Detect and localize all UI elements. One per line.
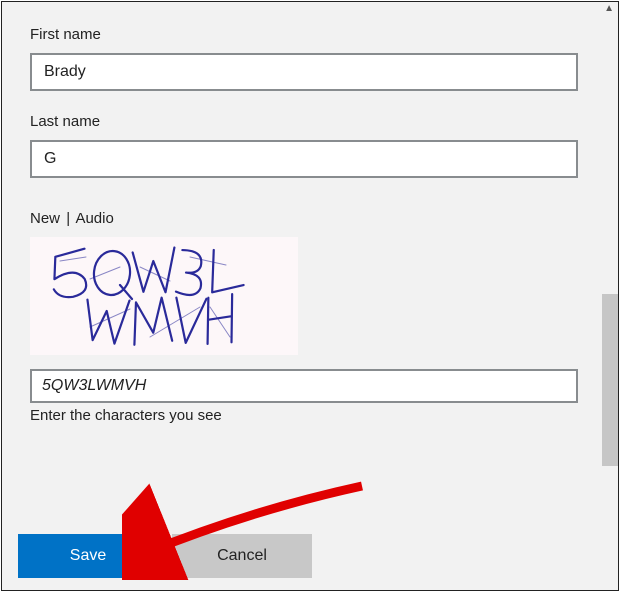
first-name-input[interactable] [30,53,578,91]
captcha-separator: | [66,210,70,227]
captcha-new-link[interactable]: New [30,210,60,227]
cancel-button[interactable]: Cancel [172,534,312,578]
captcha-help-text: Enter the characters you see [30,407,590,424]
last-name-label: Last name [30,113,590,130]
captcha-links: New | Audio [30,210,590,227]
captcha-audio-link[interactable]: Audio [75,210,113,227]
captcha-section: New | Audio [30,210,590,424]
button-row: Save Cancel [18,534,312,578]
first-name-group: First name [30,26,590,91]
last-name-group: Last name [30,113,590,178]
last-name-input[interactable] [30,140,578,178]
save-button[interactable]: Save [18,534,158,578]
form-content: First name Last name New | Audio [2,2,618,424]
scrollbar-thumb[interactable] [602,294,618,466]
captcha-input[interactable] [30,369,578,403]
form-window: ▲ First name Last name New | Audio [1,1,619,591]
first-name-label: First name [30,26,590,43]
captcha-image [30,237,298,355]
scroll-up-arrow[interactable]: ▲ [604,4,614,14]
